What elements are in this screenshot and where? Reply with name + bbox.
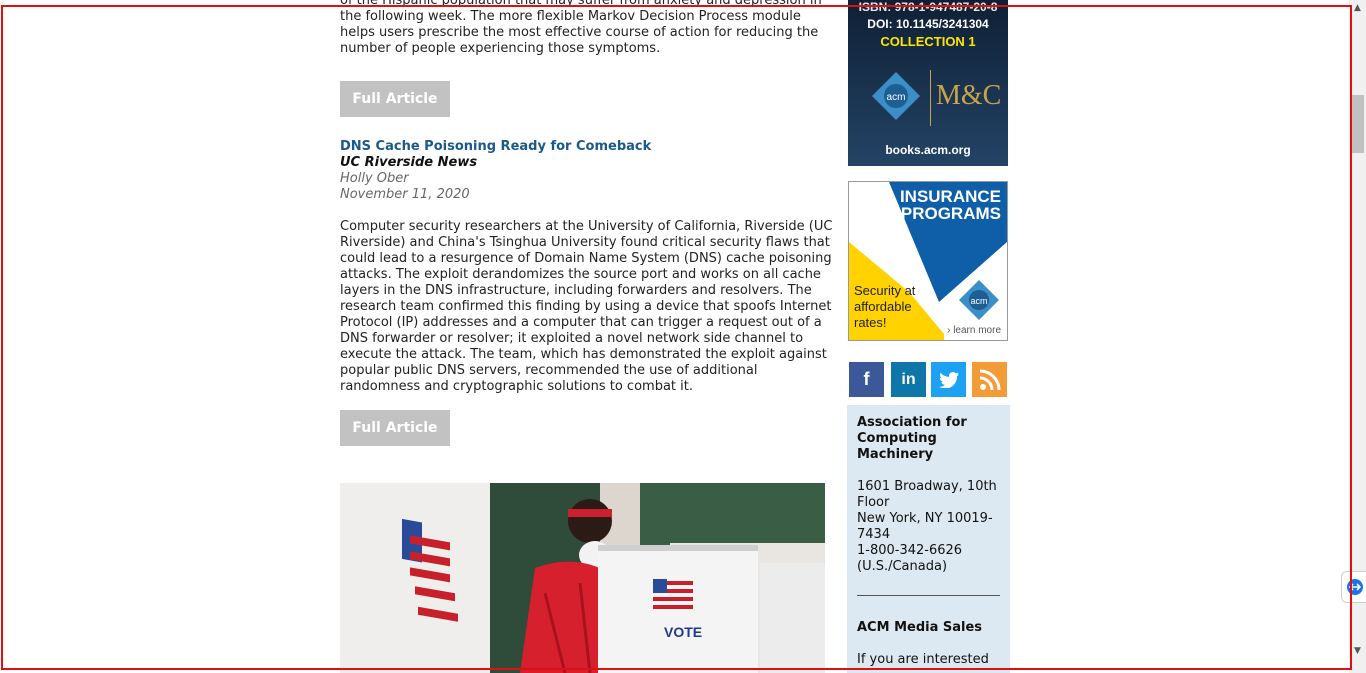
article-body: Computer security researchers at the Uni… [340, 219, 833, 394]
address-line-1: 1601 Broadway, 10th Floor [857, 479, 997, 510]
article-title-link[interactable]: DNS Cache Poisoning Ready for Comeback [340, 139, 651, 155]
media-sales-heading: ACM Media Sales [857, 620, 983, 635]
article-date: November 11, 2020 [340, 187, 470, 202]
scroll-up-arrow-icon[interactable]: ▲ [1349, 0, 1366, 17]
voting-photo-illustration: VOTE [340, 483, 825, 673]
acm-books-ad[interactable]: ISBN: 978-1-947487-20-8 DOI: 10.1145/324… [848, 0, 1008, 166]
address-line-2: New York, NY 10019-7434 [857, 511, 993, 542]
vote-sign-text: VOTE [664, 624, 702, 640]
twitter-icon[interactable] [931, 362, 966, 397]
scrollbar-thumb[interactable] [1351, 95, 1364, 153]
ad-collection: COLLECTION 1 [880, 34, 976, 49]
divider [857, 595, 1000, 596]
rss-icon[interactable] [972, 362, 1007, 397]
acm-logo-small: acm [959, 280, 999, 320]
ad-doi: DOI: 10.1145/3241304 [867, 17, 989, 31]
ad-url: books.acm.org [885, 143, 971, 157]
logo-divider [930, 70, 931, 126]
acm-logo-text: acm [887, 92, 906, 103]
org-name: Association for Computing Machinery [857, 415, 967, 462]
learn-more-link[interactable]: › learn more [947, 325, 1001, 336]
full-article-button[interactable]: Full Article [340, 410, 450, 446]
acm-diamond-logo: acm [872, 72, 920, 120]
ad-isbn: ISBN: 978-1-947487-20-8 [858, 0, 998, 14]
mc-logo: M&C [936, 80, 1002, 111]
remote-support-widget-icon[interactable] [1341, 571, 1366, 603]
article-author: Holly Ober [340, 171, 409, 186]
previous-article-text: of the Hispanic population that may suff… [340, 0, 822, 56]
media-sales-text: If you are interested [857, 652, 989, 667]
facebook-icon[interactable]: f [849, 362, 884, 397]
insurance-programs-ad[interactable]: INSURANCE PROGRAMS Security at affordabl… [848, 181, 1008, 341]
full-article-button[interactable]: Full Article [340, 81, 450, 117]
acm-small-logo-text: acm [970, 296, 987, 306]
scroll-down-arrow-icon[interactable]: ▼ [1349, 643, 1366, 660]
acm-contact-box: Association for Computing Machinery 1601… [847, 405, 1010, 673]
article-photo[interactable]: VOTE [340, 483, 825, 673]
linkedin-icon[interactable]: in [891, 362, 926, 397]
insurance-heading: INSURANCE PROGRAMS [899, 187, 1001, 223]
article-source: UC Riverside News [340, 155, 478, 170]
insurance-tagline: Security at affordable rates! [854, 283, 916, 330]
phone: 1-800-342-6626 (U.S./Canada) [857, 543, 963, 574]
